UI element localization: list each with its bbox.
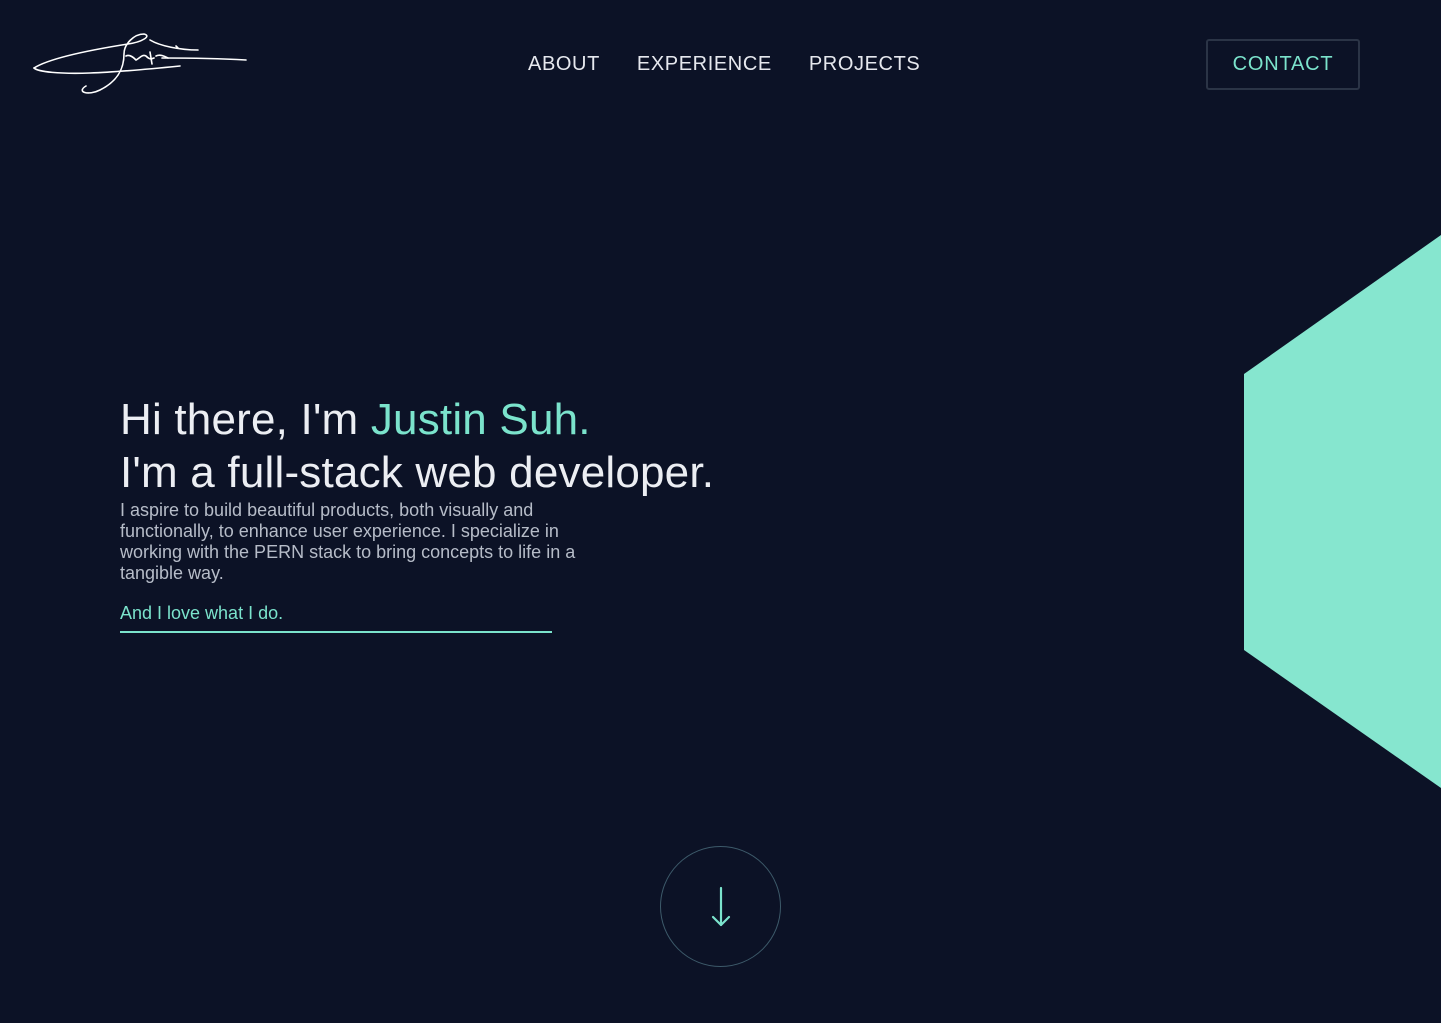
nav-link-projects[interactable]: PROJECTS xyxy=(809,50,920,78)
signature-logo-icon[interactable] xyxy=(30,28,250,100)
nav-link-experience[interactable]: EXPERIENCE xyxy=(637,50,772,78)
hero-description: I aspire to build beautiful products, bo… xyxy=(120,500,576,583)
hero-name: Justin Suh. xyxy=(370,395,591,444)
main-nav: ABOUT EXPERIENCE PROJECTS xyxy=(528,50,920,78)
greeting-prefix: Hi there, I'm xyxy=(120,395,371,444)
hero-section: Hi there, I'm Justin Suh. I'm a full-sta… xyxy=(120,393,880,633)
contact-button[interactable]: CONTACT xyxy=(1206,39,1360,90)
arrow-down-icon xyxy=(711,886,730,926)
nav-link-about[interactable]: ABOUT xyxy=(528,50,600,78)
hero-headline: I'm a full-stack web developer. xyxy=(120,448,715,497)
hero-greeting: Hi there, I'm Justin Suh. xyxy=(120,393,880,446)
scroll-down-button[interactable] xyxy=(660,846,781,967)
love-link[interactable]: And I love what I do. xyxy=(120,603,552,633)
hexagon-shape xyxy=(1244,235,1441,788)
